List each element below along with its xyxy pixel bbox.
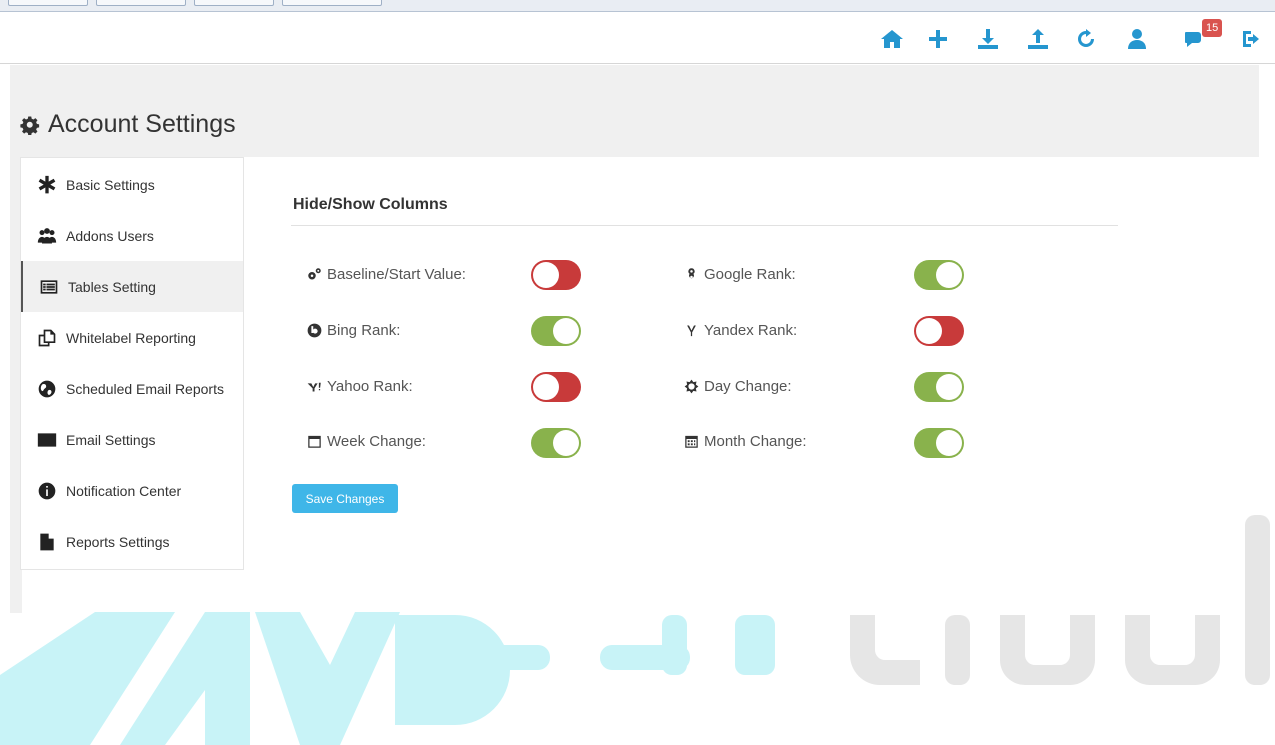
sidebar-item-label: Notification Center: [66, 482, 182, 499]
bookmark-tab[interactable]: [8, 0, 88, 6]
refresh-icon[interactable]: [1073, 26, 1099, 52]
notification-count-badge[interactable]: 15: [1202, 19, 1223, 37]
sidebar-item-reports-settings[interactable]: Reports Settings: [21, 516, 243, 567]
sidebar-item-label: Email Settings: [66, 431, 156, 448]
asterisk-icon: [38, 175, 56, 193]
browser-bookmark-strip: [0, 0, 1275, 12]
gear-icon: [20, 116, 40, 135]
sidebar-item-basic-settings[interactable]: Basic Settings: [21, 159, 243, 210]
option-month-change-label: Month Change:: [684, 433, 807, 450]
file-icon: [40, 533, 54, 550]
info-icon: [38, 482, 56, 499]
toggle-month-change[interactable]: [914, 428, 964, 458]
section-title: Hide/Show Columns: [293, 196, 448, 213]
logout-icon[interactable]: [1238, 26, 1264, 52]
calendar-icon: [308, 435, 321, 448]
toggle-knob: [936, 262, 962, 288]
calendar-grid-icon: [685, 435, 698, 448]
table-icon: [40, 279, 58, 294]
toggle-knob: [533, 262, 559, 288]
copy-icon: [38, 329, 56, 346]
upload-icon[interactable]: [1025, 26, 1051, 52]
toggle-yahoo-rank[interactable]: [531, 372, 581, 402]
sidebar-item-tables-setting[interactable]: Tables Setting: [21, 261, 243, 312]
toggle-knob: [936, 430, 962, 456]
option-baseline-label: Baseline/Start Value:: [307, 266, 466, 283]
toggle-yandex-rank[interactable]: [914, 316, 964, 346]
plus-icon[interactable]: [925, 26, 951, 52]
page-title: Account Settings: [20, 110, 236, 139]
bookmark-tab[interactable]: [194, 0, 274, 6]
section-divider: [291, 225, 1118, 226]
page-title-text: Account Settings: [48, 110, 236, 138]
top-navbar: 15: [0, 12, 1275, 64]
toggle-knob: [553, 318, 579, 344]
sidebar-item-label: Scheduled Email Reports: [66, 380, 224, 397]
toggle-knob: [916, 318, 942, 344]
yahoo-icon: [307, 382, 321, 392]
sidebar-item-label: Basic Settings: [66, 176, 155, 193]
option-day-change-label: Day Change:: [684, 378, 792, 395]
toggle-baseline[interactable]: [531, 260, 581, 290]
envelope-icon: [37, 432, 57, 447]
toggle-bing-rank[interactable]: [531, 316, 581, 346]
option-google-rank-label: Google Rank:: [684, 266, 796, 283]
sidebar-item-email-settings[interactable]: Email Settings: [21, 414, 243, 465]
toggle-knob: [533, 374, 559, 400]
user-icon[interactable]: [1124, 26, 1150, 52]
option-week-change-label: Week Change:: [307, 433, 426, 450]
google-icon: [688, 268, 695, 279]
toggle-knob: [936, 374, 962, 400]
download-icon[interactable]: [975, 26, 1001, 52]
sidebar-item-label: Whitelabel Reporting: [66, 329, 196, 346]
sidebar-item-scheduled-email-reports[interactable]: Scheduled Email Reports: [21, 363, 243, 414]
sidebar-item-whitelabel-reporting[interactable]: Whitelabel Reporting: [21, 312, 243, 363]
globe-icon: [38, 380, 56, 397]
home-icon[interactable]: [879, 26, 905, 52]
sun-icon: [684, 379, 699, 394]
users-icon: [37, 227, 57, 243]
save-changes-button[interactable]: Save Changes: [292, 484, 398, 513]
option-yahoo-rank-label: Yahoo Rank:: [307, 378, 413, 395]
option-bing-rank-label: Bing Rank:: [307, 322, 400, 339]
bing-icon: [307, 323, 322, 338]
toggle-day-change[interactable]: [914, 372, 964, 402]
sidebar-item-label: Tables Setting: [68, 278, 156, 295]
toggle-knob: [553, 430, 579, 456]
option-yandex-rank-label: Yandex Rank:: [684, 322, 797, 339]
sidebar-item-label: Reports Settings: [66, 533, 170, 550]
bookmark-tab[interactable]: [96, 0, 186, 6]
sidebar-item-addons-users[interactable]: Addons Users: [21, 210, 243, 261]
toggle-week-change[interactable]: [531, 428, 581, 458]
sidebar-item-notification-center[interactable]: Notification Center: [21, 465, 243, 516]
bookmark-tab[interactable]: [282, 0, 382, 6]
sidebar-item-label: Addons Users: [66, 227, 154, 244]
yandex-icon: [687, 325, 696, 337]
settings-sidebar: Basic Settings Addons Users Tables Setti…: [20, 157, 244, 570]
toggle-google-rank[interactable]: [914, 260, 964, 290]
cogs-icon: [308, 268, 321, 280]
